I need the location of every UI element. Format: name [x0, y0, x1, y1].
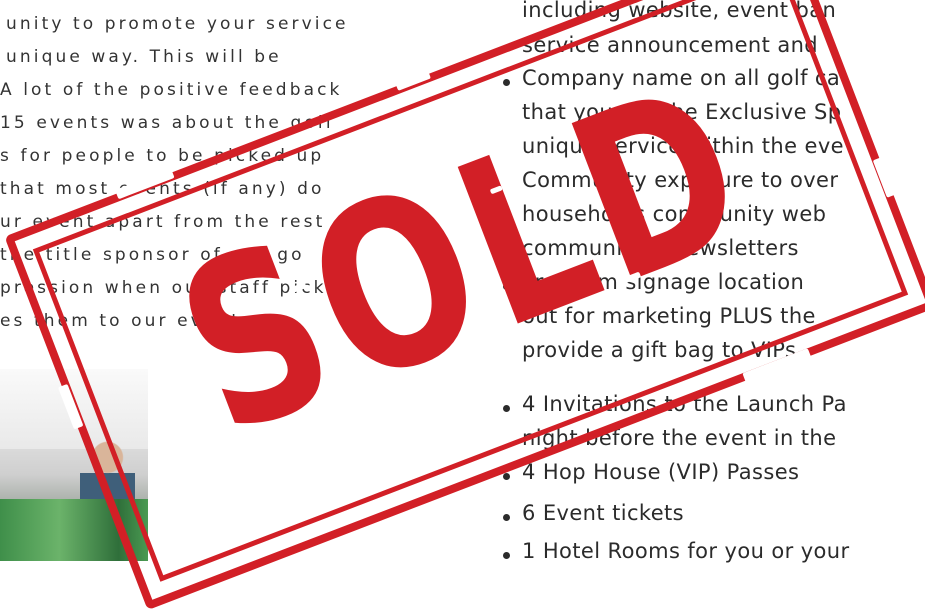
list-item: 6 Event tickets [522, 501, 684, 525]
bullet-icon [503, 552, 510, 559]
paragraph-line: A lot of the positive feedback [0, 80, 343, 100]
bullet-icon [503, 473, 510, 480]
paragraph-line: unity to promote your service [6, 14, 349, 34]
list-item: 4 Hop House (VIP) Passes [522, 460, 800, 484]
paragraph-line: unique way. This will be [6, 47, 282, 67]
list-item: 1 Hotel Rooms for you or your [522, 539, 850, 563]
bullet-icon [503, 514, 510, 521]
